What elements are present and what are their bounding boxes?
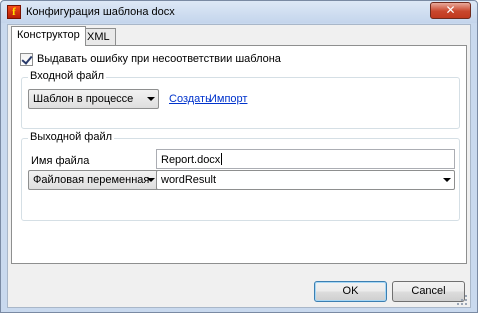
title-bar[interactable]: f Конфигурация шаблона docx ✕: [1, 1, 477, 23]
input-file-legend: Входной файл: [28, 70, 107, 82]
filename-value: Report.docx: [161, 153, 223, 166]
chevron-down-icon: [443, 178, 451, 182]
resize-grip-icon[interactable]: [457, 295, 467, 305]
tab-constructor[interactable]: Конструктор: [11, 26, 86, 46]
filename-label: Имя файла: [31, 155, 90, 167]
result-variable-value: wordResult: [161, 174, 217, 186]
output-file-group: Выходной файл Имя файла Report.docx Файл…: [21, 131, 460, 221]
variable-type-value: Файловая переменная: [33, 174, 150, 186]
window-title: Конфигурация шаблона docx: [26, 6, 175, 18]
close-button[interactable]: ✕: [430, 2, 471, 19]
close-icon: ✕: [445, 3, 456, 17]
filename-input[interactable]: Report.docx: [156, 149, 455, 169]
dialog-window: f Конфигурация шаблона docx ✕ Конструкто…: [0, 0, 478, 313]
chevron-down-icon: [147, 178, 155, 182]
dialog-client-area: Конструктор XML Выдавать ошибку при несо…: [7, 24, 471, 308]
variable-type-select[interactable]: Файловая переменная: [28, 170, 159, 190]
filename-text: Report.docx: [161, 154, 221, 166]
text-caret: [221, 153, 223, 165]
create-link[interactable]: Создать: [169, 93, 211, 105]
constructor-tab-panel: Выдавать ошибку при несоответствии шабло…: [11, 45, 467, 264]
input-file-group: Входной файл Шаблон в процессе Создать И…: [21, 70, 460, 129]
chevron-down-icon: [147, 97, 155, 101]
import-link[interactable]: Импорт: [209, 93, 247, 105]
result-variable-select[interactable]: wordResult: [156, 170, 455, 190]
ok-button[interactable]: OK: [314, 281, 387, 302]
tab-xml[interactable]: XML: [81, 28, 116, 46]
error-on-mismatch-label[interactable]: Выдавать ошибку при несоответствии шабло…: [37, 53, 281, 65]
output-file-legend: Выходной файл: [28, 131, 115, 143]
app-logo-icon: f: [7, 5, 21, 19]
input-source-value: Шаблон в процессе: [33, 93, 134, 105]
cancel-button[interactable]: Cancel: [392, 281, 465, 302]
input-source-select[interactable]: Шаблон в процессе: [28, 89, 159, 109]
error-on-mismatch-checkbox[interactable]: [20, 53, 33, 66]
